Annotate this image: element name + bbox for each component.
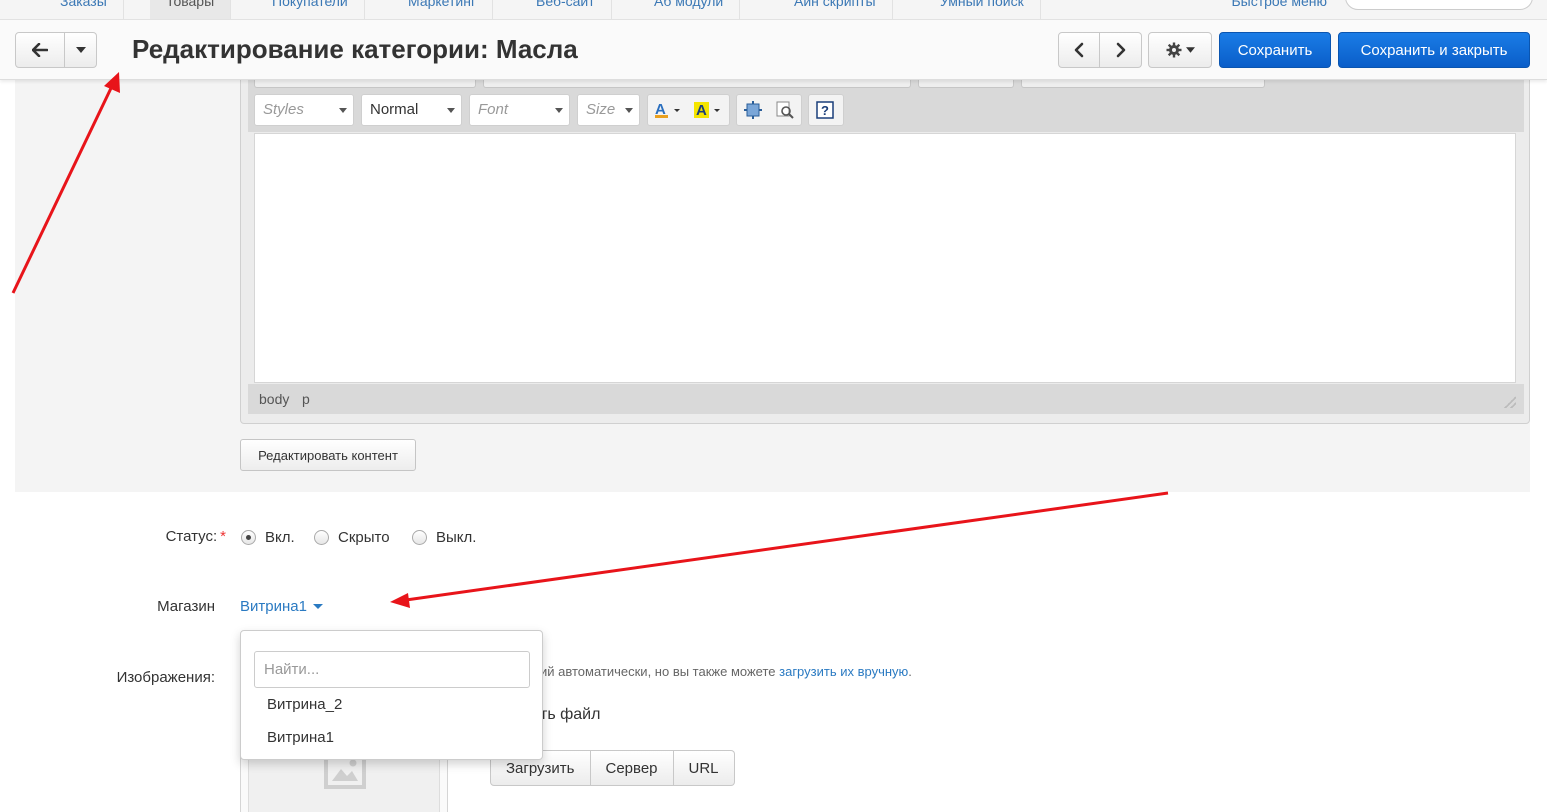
store-option[interactable]: Витрина1 [267,729,334,746]
status-option-label: Скрыто [338,529,390,546]
font-combo[interactable]: Font [469,94,570,126]
choose-file-text: ть файл [540,706,601,723]
quick-search-input[interactable] [1345,0,1533,10]
resize-handle-icon[interactable] [1504,396,1516,408]
font-combo-label: Font [478,101,509,118]
upload-manually-link[interactable]: загрузить их вручную [779,664,908,679]
help-button[interactable]: ? [809,95,841,125]
store-selector-value: Витрина1 [240,598,307,615]
url-button[interactable]: URL [673,750,735,786]
images-hint-text: ий автоматически, но вы также можете [540,664,780,679]
maximize-icon [744,101,762,119]
images-label: Изображения: [116,669,215,686]
text-color-button[interactable]: A [648,95,688,125]
nav-tab-website[interactable]: Веб-сайт [520,0,612,19]
prev-next-group [1058,32,1142,68]
status-radio-off[interactable]: Выкл. [412,529,476,546]
format-combo-label: Normal [370,101,419,118]
path-item-body[interactable]: body [259,391,289,407]
editor-content-area[interactable] [254,133,1516,383]
radio-button-icon [412,530,427,545]
caret-down-icon [625,108,633,113]
store-selector[interactable]: Витрина1 [240,598,323,615]
status-label: Статус: * [100,528,226,545]
toolbar-row-edge [254,80,476,88]
styles-combo[interactable]: Styles [254,94,354,126]
settings-button[interactable] [1148,32,1212,68]
save-button[interactable]: Сохранить [1219,32,1331,68]
images-hint-end: . [908,664,912,679]
path-item-p[interactable]: p [302,391,310,407]
chevron-right-icon [1116,42,1125,58]
preview-icon [776,101,794,119]
editor-element-path: body p [248,384,1524,414]
status-label-text: Статус: [165,528,218,545]
svg-text:?: ? [821,103,829,118]
gear-icon [1166,42,1181,58]
status-option-label: Вкл. [265,529,295,546]
radio-button-icon [241,530,256,545]
status-radio-on[interactable]: Вкл. [241,529,295,546]
images-hint: ий автоматически, но вы также можете заг… [540,664,912,679]
store-search-input[interactable] [254,651,530,688]
styles-combo-label: Styles [263,101,304,118]
caret-down-icon [1185,47,1195,53]
arrow-left-icon [32,43,48,57]
view-tools-group [736,94,802,126]
nav-tab-products[interactable]: Товары [150,0,232,19]
toolbar-row-edge [918,80,1014,88]
caret-down-icon [555,108,563,113]
save-and-close-button[interactable]: Сохранить и закрыть [1338,32,1530,68]
nav-tab-orders[interactable]: Заказы [44,0,124,19]
back-button[interactable] [15,32,65,68]
nav-tab-scripts[interactable]: Аин скрипты [778,0,893,19]
toolbar-row-edge [1021,80,1265,88]
background-color-icon: A [694,102,720,119]
caret-down-icon [312,604,323,609]
caret-down-icon [75,47,86,53]
quick-menu-link[interactable]: Быстрое меню [1231,0,1327,11]
server-button[interactable]: Сервер [590,750,674,786]
nav-tab-customers[interactable]: Покупатели [256,0,365,19]
show-blocks-button[interactable] [769,95,801,125]
required-mark: * [220,528,226,545]
page-title: Редактирование категории: Масла [132,34,578,64]
text-color-icon: A [655,101,680,118]
next-button[interactable] [1100,32,1142,68]
caret-down-icon [339,108,347,113]
annotation-arrow-icon [390,491,1169,608]
store-option[interactable]: Витрина_2 [267,696,342,713]
store-label: Магазин [157,598,215,615]
size-combo[interactable]: Size [577,94,640,126]
back-dropdown-button[interactable] [65,32,97,68]
chevron-left-icon [1074,42,1084,58]
page: Заказы Товары Покупатели Маркетинг Веб-с… [0,0,1547,812]
maximize-button[interactable] [737,95,769,125]
back-button-group [15,32,97,68]
edit-content-button[interactable]: Редактировать контент [240,439,416,471]
format-combo[interactable]: Normal [361,94,462,126]
background-color-button[interactable]: A [688,95,728,125]
nav-tab-marketing[interactable]: Маркетинг [392,0,494,19]
svg-text:A: A [696,102,707,119]
status-option-label: Выкл. [436,529,477,546]
nav-tab-search[interactable]: Умный поиск [924,0,1041,19]
status-radio-hidden[interactable]: Скрыто [314,529,390,546]
page-header: Редактирование категории: Масла Сохранит… [0,20,1547,80]
top-navigation: Заказы Товары Покупатели Маркетинг Веб-с… [0,0,1547,20]
store-dropdown-menu: Витрина_2 Витрина1 [240,630,543,760]
size-combo-label: Size [586,101,616,118]
previous-button[interactable] [1058,32,1100,68]
settings-group [1148,32,1212,68]
help-tools-group: ? [808,94,844,126]
help-icon: ? [816,101,834,119]
radio-button-icon [314,530,329,545]
color-tools-group: A A [647,94,730,126]
toolbar-row-edge [483,80,911,88]
caret-down-icon [447,108,455,113]
nav-tab-addons[interactable]: Аб модули [638,0,741,19]
